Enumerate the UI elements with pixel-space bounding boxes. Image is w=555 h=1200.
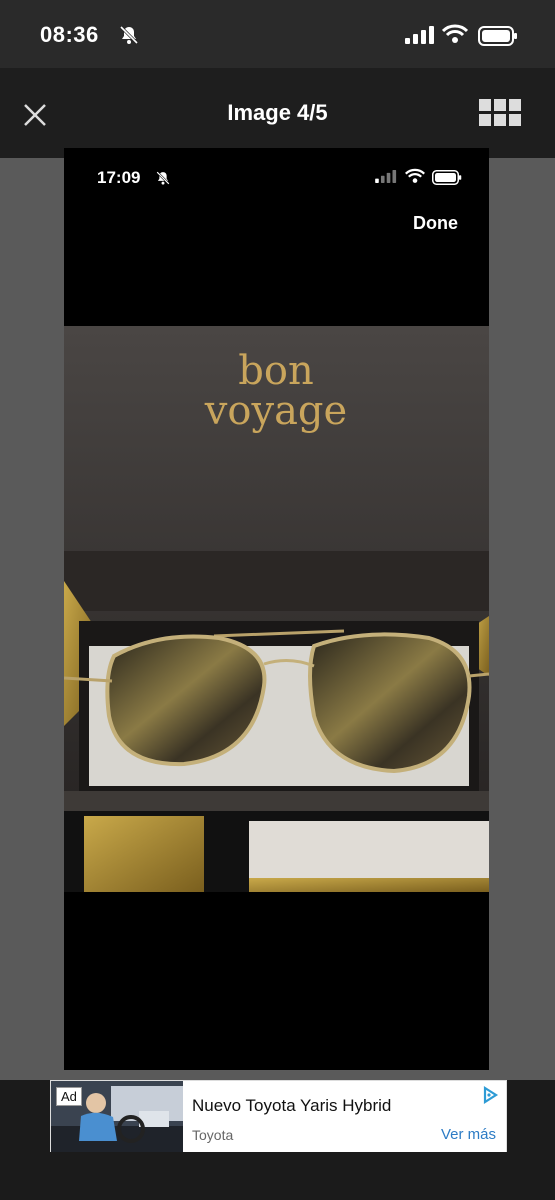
ad-banner[interactable]: Ad Nuevo Toyota Yaris Hybrid Toyota Ver … [50, 1080, 507, 1154]
displayed-image[interactable]: 17:09 Done bon voyage [64, 148, 489, 1070]
ad-badge: Ad [56, 1087, 82, 1106]
viewer-header: Image 4/5 [0, 68, 555, 158]
battery-icon [478, 26, 517, 46]
bottom-bar [0, 1152, 555, 1200]
status-time: 08:36 [40, 22, 99, 47]
sunglasses-photo: bon voyage [64, 326, 489, 892]
logo-line-2: voyage [204, 388, 347, 434]
wifi-icon [442, 24, 468, 43]
ad-cta-link[interactable]: Ver más [441, 1126, 496, 1143]
page-title: Image 4/5 [227, 100, 328, 125]
adchoices-icon[interactable] [481, 1086, 499, 1104]
ad-title[interactable]: Nuevo Toyota Yaris Hybrid [192, 1096, 391, 1116]
grid-view-icon[interactable] [479, 99, 521, 126]
inner-status-time: 17:09 [97, 168, 141, 187]
status-bar: 08:36 [0, 0, 555, 68]
close-icon[interactable] [20, 100, 50, 130]
inner-cellular-signal-icon [375, 170, 397, 183]
image-viewer: 17:09 Done bon voyage [0, 148, 555, 1080]
sunglasses-box-illustration: bon voyage [64, 326, 489, 892]
inner-battery-icon [432, 170, 462, 185]
cellular-signal-icon [405, 26, 434, 44]
ad-brand: Toyota [192, 1127, 234, 1143]
bell-muted-icon [119, 25, 139, 45]
done-button[interactable]: Done [413, 213, 458, 234]
inner-bell-muted-icon [156, 171, 170, 185]
inner-wifi-icon [405, 168, 425, 183]
